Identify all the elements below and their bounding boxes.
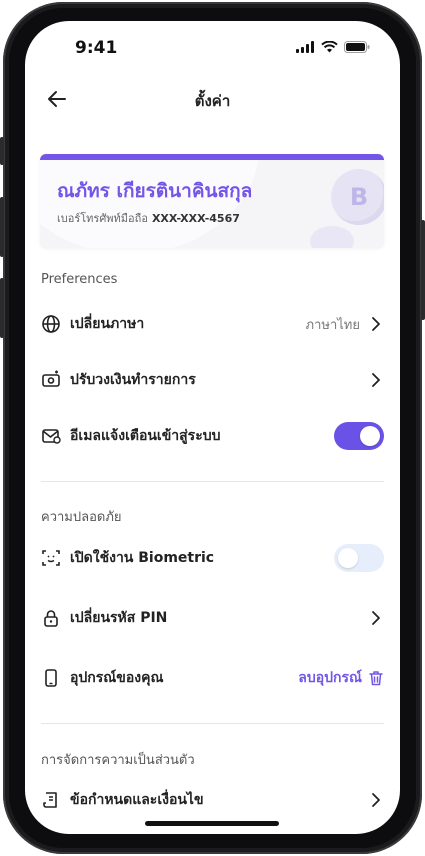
biometric-toggle[interactable] — [334, 544, 384, 572]
status-icons — [296, 41, 370, 53]
remove-device-button[interactable]: ลบอุปกรณ์ — [298, 667, 362, 689]
limit-label: ปรับวงเงินทำรายการ — [70, 372, 196, 388]
divider — [41, 481, 384, 482]
email-alert-label: อีเมลแจ้งเตือนเข้าสู่ระบบ — [70, 428, 221, 444]
section-title-security: ความปลอดภัย — [41, 510, 122, 525]
profile-name: ณภัทร เกียรตินาคินสกุล — [57, 180, 253, 202]
money-icon — [40, 369, 62, 391]
lock-icon — [40, 607, 62, 629]
card-accent-bar — [40, 154, 384, 160]
device-label: อุปกรณ์ของคุณ — [70, 670, 164, 686]
volume-up-button — [0, 197, 4, 257]
mobile-device-icon — [40, 667, 62, 689]
chevron-right-icon — [372, 793, 380, 807]
toggle-knob — [360, 426, 380, 446]
email-alert-toggle[interactable] — [334, 422, 384, 450]
face-scan-icon — [40, 547, 62, 569]
toggle-knob — [338, 548, 358, 568]
biometric-row: เปิดใช้งาน Biometric — [40, 538, 384, 578]
section-title-privacy: การจัดการความเป็นส่วนตัว — [41, 753, 195, 768]
profile-card: B ณภัทร เกียรตินาคินสกุล เบอร์โทรศัพท์มื… — [40, 154, 384, 248]
biometric-label: เปิดใช้งาน Biometric — [70, 550, 215, 566]
language-value: ภาษาไทย — [305, 317, 360, 333]
language-label: เปลี่ยนภาษา — [70, 316, 145, 332]
power-button — [421, 220, 425, 320]
chevron-right-icon — [372, 611, 380, 625]
chevron-right-icon — [372, 373, 380, 387]
pin-label: เปลี่ยนรหัส PIN — [70, 610, 168, 626]
chevron-right-icon — [372, 317, 380, 331]
phone-value: XXX-XXX-4567 — [151, 212, 240, 225]
terms-row[interactable]: ข้อกำหนดและเงื่อนไข — [40, 780, 384, 820]
phone-label: เบอร์โทรศัพท์มือถือ — [57, 212, 148, 225]
screen: 9:41 ตั้งค่า B ณภัทร เกียรตินาคินสกุล เบ… — [25, 21, 400, 834]
status-time: 9:41 — [75, 38, 118, 58]
wifi-icon — [321, 41, 338, 53]
cellular-signal-icon — [296, 41, 314, 53]
divider — [41, 723, 384, 724]
profile-phone: เบอร์โทรศัพท์มือถือ XXX-XXX-4567 — [57, 209, 240, 227]
language-row[interactable]: เปลี่ยนภาษา ภาษาไทย — [40, 304, 384, 344]
trash-icon[interactable] — [368, 670, 384, 686]
mail-alert-icon — [40, 425, 62, 447]
coin-icon: B — [331, 169, 384, 225]
mute-switch — [0, 137, 4, 165]
terms-label: ข้อกำหนดและเงื่อนไข — [70, 792, 204, 808]
home-indicator[interactable] — [145, 821, 279, 826]
nav-bar: ตั้งค่า — [25, 81, 400, 117]
coin-symbol: B — [349, 183, 369, 211]
page-title: ตั้งค่า — [194, 92, 231, 110]
volume-down-button — [0, 278, 4, 338]
coin-shadow-decoration — [310, 226, 354, 248]
globe-icon — [40, 313, 62, 335]
email-alert-row: อีเมลแจ้งเตือนเข้าสู่ระบบ — [40, 416, 384, 456]
battery-icon — [344, 41, 370, 53]
limit-row[interactable]: ปรับวงเงินทำรายการ — [40, 360, 384, 400]
status-bar: 9:41 — [25, 21, 400, 71]
section-title-preferences: Preferences — [41, 272, 118, 287]
document-scroll-icon — [40, 789, 62, 811]
pin-row[interactable]: เปลี่ยนรหัส PIN — [40, 598, 384, 638]
device-row: อุปกรณ์ของคุณ ลบอุปกรณ์ — [40, 658, 384, 698]
